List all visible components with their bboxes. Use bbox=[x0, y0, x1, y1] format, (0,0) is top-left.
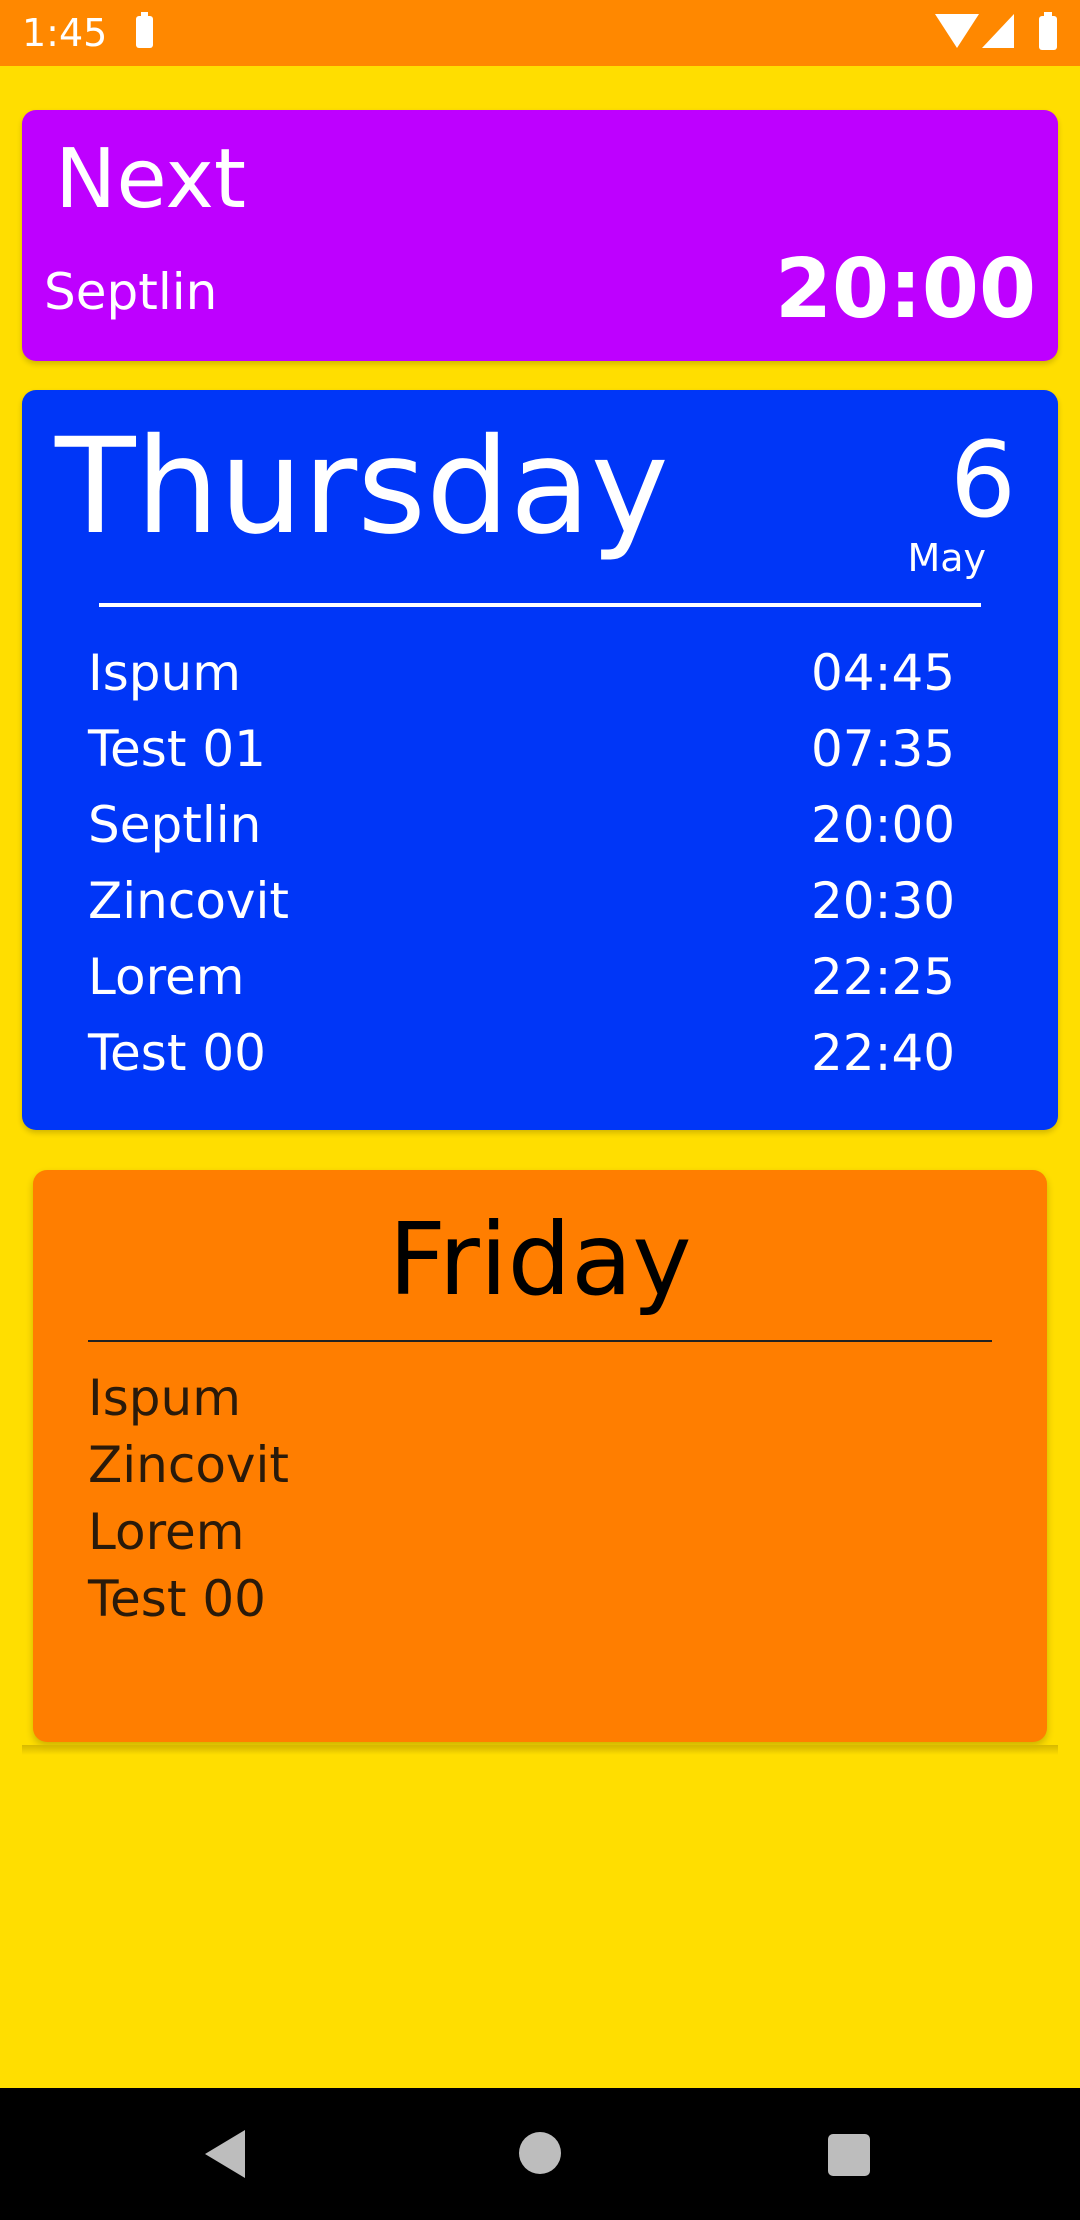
next-title: Next bbox=[55, 132, 247, 227]
next-medicine-name: Septlin bbox=[44, 263, 218, 321]
medicine-time: 22:40 bbox=[811, 1024, 956, 1082]
divider bbox=[88, 1340, 992, 1342]
home-icon[interactable] bbox=[519, 2132, 561, 2174]
medicine-name: Septlin bbox=[88, 796, 262, 854]
today-schedule-list: Ispum 04:45 Test 01 07:35 Septlin 20:00 … bbox=[88, 635, 988, 1091]
list-item[interactable]: Ispum bbox=[88, 1365, 289, 1432]
cell-signal-icon bbox=[982, 14, 1014, 48]
list-item[interactable]: Test 00 bbox=[88, 1566, 289, 1633]
back-icon[interactable] bbox=[205, 2130, 245, 2178]
today-day-name: Thursday bbox=[55, 410, 669, 564]
battery-icon bbox=[1039, 12, 1057, 50]
battery-icon bbox=[136, 12, 153, 48]
next-day-schedule-card[interactable]: Friday Ispum Zincovit Lorem Test 00 bbox=[33, 1170, 1047, 1742]
schedule-row[interactable]: Ispum 04:45 bbox=[88, 635, 988, 711]
schedule-row[interactable]: Zincovit 20:30 bbox=[88, 863, 988, 939]
medicine-time: 04:45 bbox=[811, 644, 956, 702]
medicine-time: 22:25 bbox=[811, 948, 956, 1006]
recents-icon[interactable] bbox=[828, 2134, 870, 2176]
next-medicine-time: 20:00 bbox=[774, 242, 1036, 337]
next-day-medicine-list: Ispum Zincovit Lorem Test 00 bbox=[88, 1365, 289, 1633]
status-bar: 1:45 bbox=[0, 0, 1080, 66]
today-date-month: May bbox=[907, 536, 986, 580]
medicine-name: Test 01 bbox=[88, 720, 266, 778]
schedule-row[interactable]: Test 00 22:40 bbox=[88, 1015, 988, 1091]
next-dose-card[interactable]: Next Septlin 20:00 bbox=[22, 110, 1058, 361]
medicine-time: 20:00 bbox=[811, 796, 956, 854]
medicine-name: Ispum bbox=[88, 644, 241, 702]
schedule-row[interactable]: Test 01 07:35 bbox=[88, 711, 988, 787]
navigation-bar bbox=[0, 2088, 1080, 2220]
list-item[interactable]: Zincovit bbox=[88, 1432, 289, 1499]
medicine-name: Zincovit bbox=[88, 872, 290, 930]
schedule-row[interactable]: Lorem 22:25 bbox=[88, 939, 988, 1015]
status-time: 1:45 bbox=[22, 11, 108, 55]
medicine-time: 07:35 bbox=[811, 720, 956, 778]
medicine-time: 20:30 bbox=[811, 872, 956, 930]
medicine-name: Test 00 bbox=[88, 1024, 266, 1082]
divider bbox=[99, 603, 981, 607]
wifi-icon bbox=[935, 14, 979, 48]
today-date-number: 6 bbox=[949, 419, 1016, 541]
next-day-name: Friday bbox=[388, 1201, 692, 1318]
schedule-row[interactable]: Septlin 20:00 bbox=[88, 787, 988, 863]
list-item[interactable]: Lorem bbox=[88, 1499, 289, 1566]
card-shadow bbox=[22, 1745, 1058, 1755]
medicine-name: Lorem bbox=[88, 948, 245, 1006]
today-schedule-card[interactable]: Thursday 6 May Ispum 04:45 Test 01 07:35… bbox=[22, 390, 1058, 1130]
